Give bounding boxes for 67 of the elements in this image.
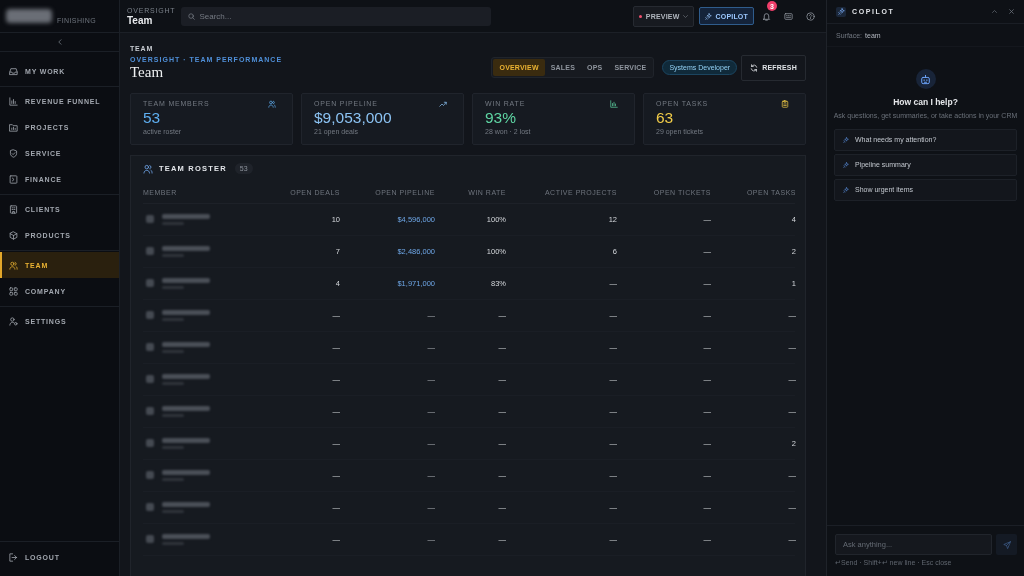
- stat-value: 63: [656, 108, 675, 126]
- status-dot-icon: [638, 14, 642, 18]
- magic-wand-icon: [843, 186, 849, 193]
- trend-up-icon: [439, 99, 447, 108]
- users-icon: [143, 163, 153, 174]
- blurred-avatar: [146, 535, 154, 543]
- blurred-avatar: [146, 311, 154, 319]
- blurred-avatar: [146, 279, 154, 287]
- chevron-left-icon: [57, 39, 62, 45]
- blurred-avatar: [146, 215, 154, 223]
- blurred-avatar: [146, 407, 154, 415]
- blurred-avatar: [146, 343, 154, 351]
- blurred-avatar: [146, 247, 154, 255]
- collapse-panel-button[interactable]: [989, 8, 1000, 15]
- blurred-member-name: [162, 277, 210, 283]
- blurred-logo: [6, 9, 52, 23]
- caret-icon: [683, 14, 689, 18]
- blurred-member-name: [162, 405, 210, 411]
- clipboard-icon: [781, 99, 789, 108]
- chevron-up-icon: [992, 9, 997, 14]
- logout-icon: [9, 552, 18, 562]
- refresh-icon: [750, 63, 759, 72]
- blurred-avatar: [146, 503, 154, 511]
- blurred-member-name: [162, 373, 210, 379]
- welcome-title: How can I help?: [893, 97, 958, 107]
- blurred-avatar: [146, 471, 154, 479]
- blurred-member-name: [162, 213, 210, 219]
- copilot-logo-icon: [836, 6, 846, 17]
- users-icon: [268, 99, 276, 108]
- inbox-tray-icon: [9, 66, 18, 76]
- magic-wand-icon: [705, 12, 713, 20]
- keyboard-icon: [783, 11, 793, 21]
- magic-wand-icon: [843, 136, 849, 143]
- bell-icon: [761, 11, 771, 21]
- blurred-member-name: [162, 341, 210, 347]
- blurred-avatar: [146, 439, 154, 447]
- building-icon: [9, 204, 18, 214]
- send-button[interactable]: [996, 534, 1017, 555]
- document-icon: [9, 174, 18, 184]
- robot-icon: [915, 69, 936, 89]
- search-field[interactable]: Search...: [181, 6, 492, 26]
- help-icon: [805, 11, 815, 21]
- cube-icon: [9, 230, 18, 240]
- magic-wand-icon: [843, 161, 849, 168]
- users-icon: [9, 260, 18, 270]
- close-button[interactable]: [1006, 8, 1017, 15]
- blurred-member-name: [162, 309, 210, 315]
- blurred-member-name: [162, 501, 210, 507]
- search-icon: [188, 12, 196, 20]
- stat-value: 93%: [485, 108, 518, 126]
- page-heading: Team: [130, 64, 165, 81]
- grid-icon: [9, 286, 18, 296]
- close-icon: [1009, 9, 1014, 14]
- folder-icon: [9, 122, 18, 132]
- blurred-member-name: [162, 469, 210, 475]
- stat-value: 53: [143, 108, 162, 126]
- blurred-member-name: [162, 437, 210, 443]
- user-gear-icon: [9, 316, 18, 326]
- blurred-avatar: [146, 375, 154, 383]
- page-title: Team: [127, 14, 154, 26]
- blurred-member-name: [162, 245, 210, 251]
- send-icon: [1002, 540, 1011, 549]
- bar-chart-icon: [610, 99, 618, 108]
- shield-check-icon: [9, 148, 18, 158]
- stat-value: $9,053,000: [314, 108, 393, 126]
- blurred-member-name: [162, 533, 210, 539]
- bar-chart-icon: [9, 96, 18, 106]
